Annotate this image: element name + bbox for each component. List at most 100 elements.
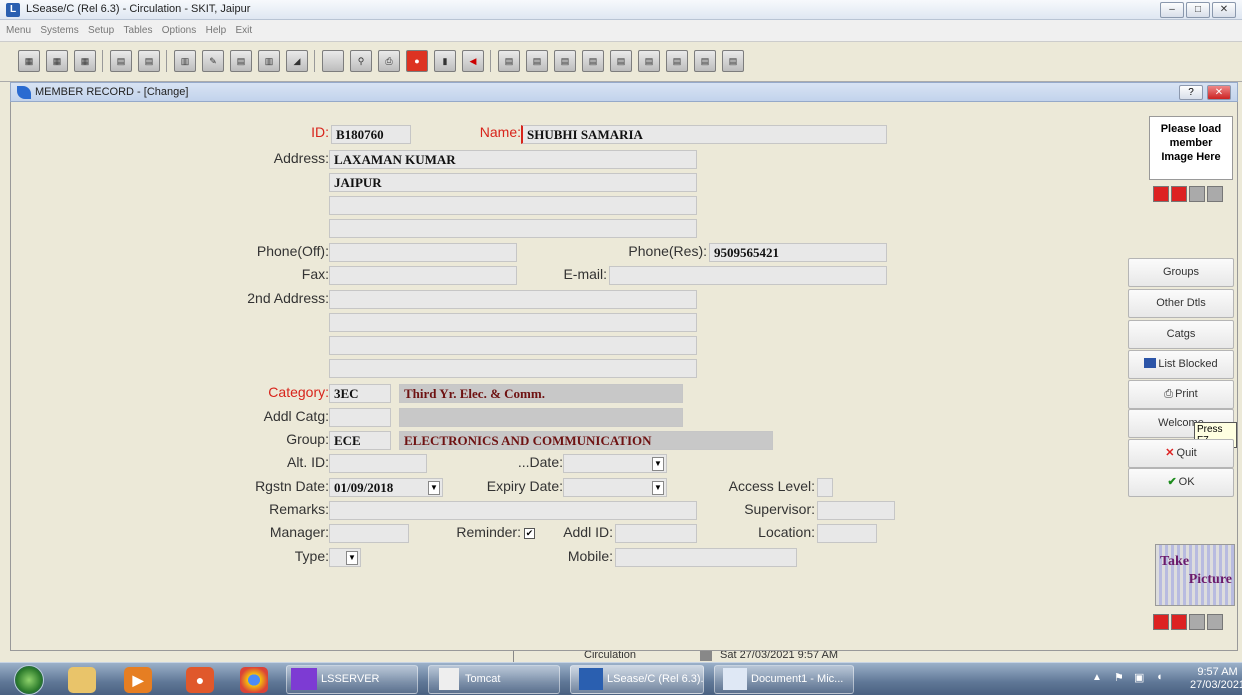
start-button[interactable] [14,665,44,695]
settings-icon[interactable]: ▤ [722,50,744,72]
id-field[interactable]: B180760 [331,125,411,144]
second-address-line-2[interactable] [329,313,697,332]
tray-arrow-icon[interactable]: ▲ [1092,672,1102,683]
group-code-field[interactable]: ECE [329,431,391,450]
renew-icon[interactable]: ▤ [554,50,576,72]
print-icon[interactable]: ⎙ [378,50,400,72]
addl-id-field[interactable] [615,524,697,543]
clear-image-icon[interactable] [1189,186,1205,202]
calculator-icon[interactable]: ▥ [174,50,196,72]
take-picture-panel[interactable]: Take Picture [1155,544,1235,606]
explorer-icon[interactable] [68,667,96,693]
expiry-date-field[interactable]: ▼ [563,478,667,497]
back-arrow-icon[interactable]: ◀ [462,50,484,72]
date-field[interactable]: ▼ [563,454,667,473]
menu-item-systems[interactable]: Systems [40,20,78,42]
type-dropdown-icon[interactable]: ▼ [346,551,358,565]
phone-res-field[interactable]: 9509565421 [709,243,887,262]
open-folder-icon[interactable] [1171,186,1187,202]
date-dropdown-icon[interactable]: ▼ [652,457,664,471]
alt-id-field[interactable] [329,454,427,473]
menu-item-menu[interactable]: Menu [6,20,31,42]
menu-item-tables[interactable]: Tables [124,20,153,42]
address-line-1[interactable]: LAXAMAN KUMAR [329,150,697,169]
tray-volume-icon[interactable]: ◖ [1156,671,1163,683]
category-code-field[interactable]: 3EC [329,384,391,403]
camera-option-icon[interactable] [1207,614,1223,630]
blank-icon[interactable] [322,50,344,72]
media-player-icon[interactable]: ▶ [124,667,152,693]
reports-icon[interactable]: ▤ [694,50,716,72]
document-icon[interactable]: ▤ [230,50,252,72]
name-field[interactable]: SHUBHI SAMARIA [521,125,887,144]
circulation-icon[interactable]: ▤ [110,50,132,72]
remarks-field[interactable] [329,501,697,520]
taskbar-item-tomcat[interactable]: Tomcat [428,665,560,694]
list-blocked-button[interactable]: List Blocked [1128,350,1234,379]
second-address-line-1[interactable] [329,290,697,309]
manager-field[interactable] [329,524,409,543]
expiry-date-dropdown-icon[interactable]: ▼ [652,481,664,495]
camera-folder-icon[interactable] [1171,614,1187,630]
type-field[interactable]: ▼ [329,548,361,567]
chart-icon[interactable]: ▮ [434,50,456,72]
books-icon[interactable]: ▤ [610,50,632,72]
camera-clear-icon[interactable] [1189,614,1205,630]
groups-button[interactable]: Groups [1128,258,1234,287]
close-form-button[interactable]: ✕ [1207,85,1231,100]
rgstn-date-dropdown-icon[interactable]: ▼ [428,481,440,495]
menu-item-setup[interactable]: Setup [88,20,114,42]
taskbar-item-lsserver[interactable]: LSSERVER [286,665,418,694]
printer-small-icon[interactable]: ▥ [258,50,280,72]
print-button[interactable]: ⎙ Print [1128,380,1234,409]
return-icon[interactable]: ▤ [526,50,548,72]
minimize-button[interactable]: – [1160,2,1184,18]
load-image-icon[interactable] [1153,186,1169,202]
supervisor-field[interactable] [817,501,895,520]
fax-field[interactable] [329,266,517,285]
taskbar-item-lsease[interactable]: LSease/C (Rel 6.3)... [570,665,704,694]
second-address-line-4[interactable] [329,359,697,378]
pencil-icon[interactable]: ◢ [286,50,308,72]
address-line-3[interactable] [329,196,697,215]
menu-item-exit[interactable]: Exit [236,20,253,42]
members-icon[interactable]: ▦ [18,50,40,72]
member-image-placeholder[interactable]: Please load member Image Here [1149,116,1233,180]
members-list-icon[interactable]: ▦ [46,50,68,72]
categories-button[interactable]: Catgs [1128,320,1234,349]
access-level-field[interactable] [817,478,833,497]
search-icon[interactable]: ⚲ [350,50,372,72]
close-button[interactable]: ✕ [1212,2,1236,18]
other-details-button[interactable]: Other Dtls [1128,289,1234,318]
report-icon[interactable]: ▤ [666,50,688,72]
taskbar-item-document[interactable]: Document1 - Mic... [714,665,854,694]
firefox-icon[interactable]: ● [186,667,214,693]
maximize-button[interactable]: □ [1186,2,1210,18]
mobile-field[interactable] [615,548,797,567]
tray-network-icon[interactable]: ▣ [1134,671,1144,684]
reminder-checkbox[interactable]: ✔ [524,528,535,539]
menu-item-help[interactable]: Help [206,20,227,42]
email-field[interactable] [609,266,887,285]
chrome-icon[interactable] [240,667,268,693]
tray-clock[interactable]: 9:57 AM 27/03/2021 [1190,666,1242,692]
member-search-icon[interactable]: ▦ [74,50,96,72]
issue-icon[interactable]: ▤ [498,50,520,72]
quit-button[interactable]: ✕ Quit [1128,439,1234,468]
help-button[interactable]: ? [1179,85,1203,100]
phone-off-field[interactable] [329,243,517,262]
edit-icon[interactable]: ✎ [202,50,224,72]
books-alt-icon[interactable]: ▤ [638,50,660,72]
exit-icon[interactable]: ● [406,50,428,72]
ok-button[interactable]: ✔ OK [1128,468,1234,497]
addl-catg-code-field[interactable] [329,408,391,427]
address-line-4[interactable] [329,219,697,238]
rgstn-date-field[interactable]: 01/09/2018 ▼ [329,478,443,497]
second-address-line-3[interactable] [329,336,697,355]
image-option-icon[interactable] [1207,186,1223,202]
tray-flag-icon[interactable]: ⚑ [1114,671,1124,684]
location-field[interactable] [817,524,877,543]
catalog-icon[interactable]: ▤ [138,50,160,72]
camera-edit-icon[interactable] [1153,614,1169,630]
menu-item-options[interactable]: Options [162,20,196,42]
